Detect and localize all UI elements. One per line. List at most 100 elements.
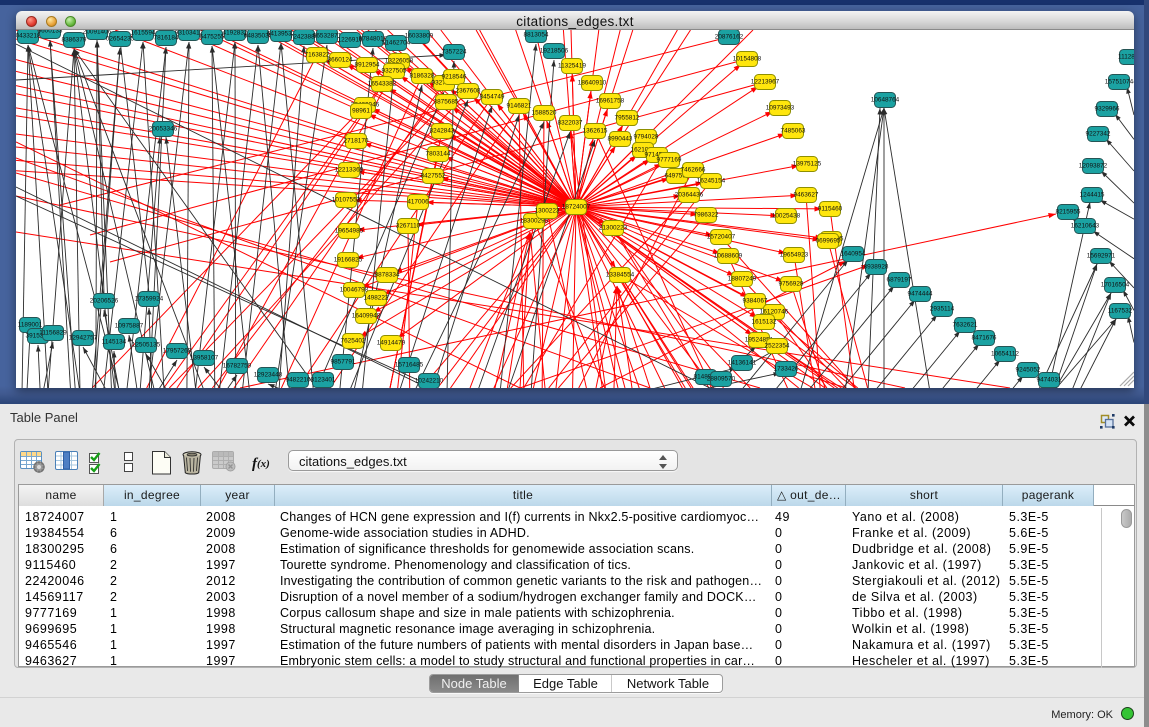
svg-text:20206526: 20206526 — [90, 298, 119, 305]
svg-text:17957263: 17957263 — [163, 348, 192, 355]
svg-text:(x): (x) — [257, 458, 270, 470]
svg-text:19654985: 19654985 — [335, 228, 364, 235]
svg-text:21300223: 21300223 — [599, 225, 628, 232]
svg-text:7163822: 7163822 — [305, 52, 330, 59]
svg-text:11156829: 11156829 — [39, 330, 67, 337]
svg-text:13958107: 13958107 — [190, 355, 219, 362]
svg-text:1498222: 1498222 — [364, 295, 389, 302]
svg-text:16409948: 16409948 — [352, 313, 381, 320]
svg-text:12093872: 12093872 — [1079, 163, 1108, 170]
svg-text:9329966: 9329966 — [1095, 106, 1120, 113]
svg-text:1588520: 1588520 — [532, 110, 557, 117]
svg-text:7803144: 7803144 — [426, 151, 451, 158]
svg-text:1167532: 1167532 — [1108, 308, 1133, 315]
svg-text:3875685: 3875685 — [434, 99, 459, 106]
svg-text:16210643: 16210643 — [1071, 223, 1100, 230]
svg-text:16961758: 16961758 — [596, 98, 625, 105]
svg-text:9227342: 9227342 — [1086, 131, 1111, 138]
svg-text:1640954: 1640954 — [841, 251, 866, 258]
svg-text:12213967: 12213967 — [751, 79, 780, 86]
svg-text:16033809: 16033809 — [405, 33, 434, 40]
svg-text:17359924: 17359924 — [135, 296, 164, 303]
svg-text:10973493: 10973493 — [766, 105, 795, 112]
svg-text:1189001: 1189001 — [18, 322, 43, 329]
svg-text:7357224: 7357224 — [442, 49, 467, 56]
svg-text:20364436: 20364436 — [675, 192, 704, 199]
svg-text:417006: 417006 — [407, 199, 429, 206]
svg-text:9327505: 9327505 — [382, 68, 407, 75]
svg-text:9146821: 9146821 — [507, 103, 532, 110]
svg-text:9857791: 9857791 — [331, 359, 356, 366]
svg-text:9794028: 9794028 — [634, 134, 659, 141]
svg-text:9115460: 9115460 — [818, 206, 843, 213]
svg-text:8186328: 8186328 — [410, 73, 435, 80]
svg-text:20053346: 20053346 — [149, 126, 178, 133]
svg-text:9384067: 9384067 — [743, 298, 768, 305]
svg-text:9463627: 9463627 — [794, 192, 819, 199]
svg-text:2522354: 2522354 — [765, 343, 790, 350]
svg-text:2367608: 2367608 — [456, 88, 481, 95]
svg-text:3267110: 3267110 — [396, 223, 421, 230]
svg-text:19218506: 19218506 — [540, 48, 569, 55]
svg-text:98961: 98961 — [352, 108, 370, 115]
svg-text:10154808: 10154808 — [733, 56, 762, 63]
svg-text:8878334: 8878334 — [375, 272, 400, 279]
svg-text:9245052: 9245052 — [1016, 367, 1041, 374]
svg-text:10107553: 10107553 — [332, 197, 361, 204]
svg-text:8454749: 8454749 — [480, 94, 505, 101]
svg-text:10242210: 10242210 — [415, 378, 444, 385]
svg-text:6879197: 6879197 — [887, 277, 912, 284]
svg-text:10025438: 10025438 — [772, 213, 801, 220]
svg-text:9777169: 9777169 — [657, 157, 682, 164]
svg-text:28809570: 28809570 — [707, 376, 736, 383]
svg-text:16543382: 16543382 — [368, 81, 397, 88]
svg-text:2935114: 2935114 — [930, 306, 955, 313]
svg-text:9600133: 9600133 — [38, 30, 63, 35]
svg-text:15720407: 15720407 — [707, 234, 736, 241]
svg-text:19166825: 19166825 — [334, 257, 363, 264]
svg-text:7462666: 7462666 — [681, 167, 706, 174]
svg-text:7485063: 7485063 — [781, 128, 806, 135]
svg-text:10046798: 10046798 — [340, 287, 369, 294]
svg-text:11325419: 11325419 — [558, 63, 586, 70]
svg-text:02654235: 02654235 — [106, 36, 135, 43]
svg-text:8990443: 8990443 — [608, 136, 633, 143]
svg-text:16782759: 16782759 — [223, 363, 252, 370]
svg-text:18807249: 18807249 — [728, 276, 757, 283]
svg-text:1615594: 1615594 — [131, 30, 156, 37]
svg-text:1733426: 1733426 — [774, 366, 799, 373]
svg-text:10654112: 10654112 — [991, 351, 1019, 358]
svg-text:15692971: 15692971 — [1087, 253, 1116, 260]
svg-text:14136141: 14136141 — [728, 360, 757, 367]
svg-text:14914479: 14914479 — [377, 340, 406, 347]
svg-text:12213369: 12213369 — [335, 167, 364, 174]
svg-text:10648764: 10648764 — [871, 97, 900, 104]
svg-text:7986322: 7986322 — [694, 212, 719, 219]
svg-text:20876162: 20876162 — [715, 34, 744, 41]
svg-text:16245154: 16245154 — [697, 178, 726, 185]
svg-text:18724007: 18724007 — [562, 204, 591, 211]
svg-text:7955812: 7955812 — [615, 115, 640, 122]
svg-text:8123401: 8123401 — [311, 377, 336, 384]
svg-text:18640910: 18640910 — [578, 80, 607, 87]
svg-text:8471676: 8471676 — [972, 335, 997, 342]
svg-text:8938928: 8938928 — [864, 264, 889, 271]
svg-text:8215955: 8215955 — [1056, 209, 1081, 216]
svg-text:8427552: 8427552 — [421, 173, 446, 180]
svg-text:1145134: 1145134 — [102, 339, 127, 346]
svg-text:1300223: 1300223 — [535, 208, 560, 215]
svg-text:8386379: 8386379 — [62, 37, 87, 44]
svg-text:9756928: 9756928 — [779, 281, 804, 288]
svg-text:13975125: 13975125 — [793, 161, 822, 168]
svg-text:10688609: 10688609 — [714, 253, 743, 260]
svg-text:9474031: 9474031 — [1037, 377, 1062, 384]
svg-text:2718170: 2718170 — [344, 138, 369, 145]
svg-text:9218546: 9218546 — [442, 74, 467, 81]
svg-text:0699695: 0699695 — [816, 238, 841, 245]
svg-text:1112843: 1112843 — [1118, 54, 1134, 61]
svg-text:9482210: 9482210 — [286, 377, 311, 384]
svg-text:7625402: 7625402 — [341, 338, 366, 345]
svg-text:6475255: 6475255 — [200, 34, 225, 41]
svg-text:9474444: 9474444 — [908, 291, 933, 298]
svg-text:1244415: 1244415 — [1080, 192, 1105, 199]
